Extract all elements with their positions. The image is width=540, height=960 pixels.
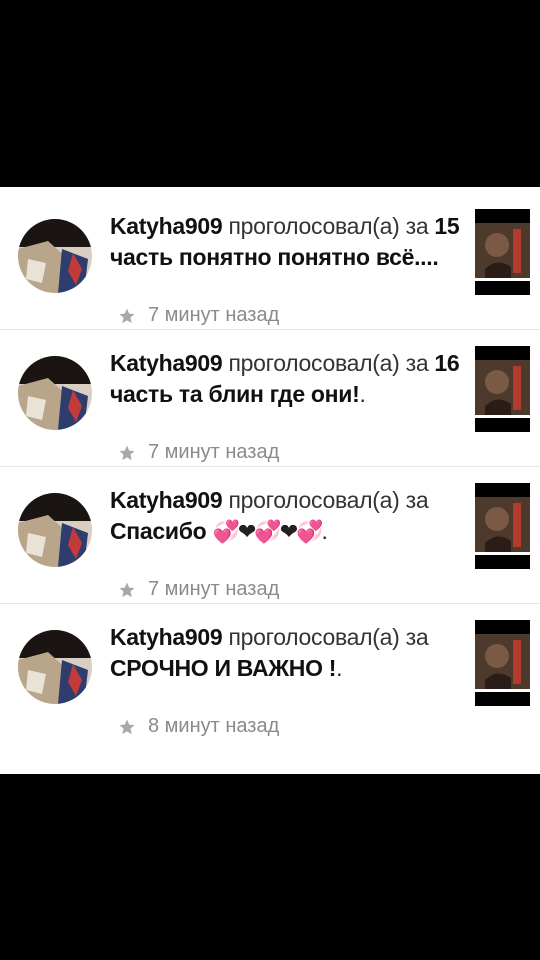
activity-text: Katyha909 проголосовал(а) за 15 часть по… — [110, 211, 462, 273]
activity-item[interactable]: Katyha909 проголосовал(а) за СРОЧНО И ВА… — [0, 604, 540, 740]
user-avatar[interactable] — [18, 630, 92, 704]
story-suffix: . — [321, 518, 328, 544]
story-cover-thumbnail[interactable] — [475, 483, 530, 569]
user-avatar[interactable] — [18, 356, 92, 430]
activity-text: Katyha909 проголосовал(а) за 16 часть та… — [110, 348, 462, 410]
activity-item[interactable]: Katyha909 проголосовал(а) за 16 часть та… — [0, 330, 540, 467]
username-link[interactable]: Katyha909 — [110, 213, 223, 239]
timestamp: 7 минут назад — [148, 578, 280, 600]
story-cover-thumbnail[interactable] — [475, 620, 530, 706]
activity-text: Katyha909 проголосовал(а) за Спасибо 💞❤💞… — [110, 485, 462, 547]
activity-item[interactable]: Katyha909 проголосовал(а) за 15 часть по… — [0, 193, 540, 330]
username-link[interactable]: Katyha909 — [110, 624, 223, 650]
screen: Katyha909 проголосовал(а) за 15 часть по… — [0, 0, 540, 960]
action-verb: проголосовал(а) — [228, 213, 400, 239]
action-prep: за — [405, 350, 429, 376]
star-icon — [119, 308, 135, 323]
action-prep: за — [405, 213, 429, 239]
action-prep: за — [405, 624, 429, 650]
activity-item[interactable]: Katyha909 проголосовал(а) за Спасибо 💞❤💞… — [0, 467, 540, 604]
user-avatar[interactable] — [18, 219, 92, 293]
timestamp: 8 минут назад — [148, 715, 280, 737]
star-icon — [119, 445, 135, 460]
story-suffix: . — [359, 381, 366, 407]
story-part-link[interactable]: СРОЧНО И ВАЖНО ! — [110, 655, 336, 681]
story-cover-thumbnail[interactable] — [475, 346, 530, 432]
story-part-link[interactable]: Спасибо — [110, 518, 207, 544]
star-icon — [119, 719, 135, 734]
action-prep: за — [405, 487, 429, 513]
activity-list: Katyha909 проголосовал(а) за 15 часть по… — [0, 193, 540, 740]
activity-meta: 7 минут назад — [118, 578, 279, 601]
timestamp: 7 минут назад — [148, 304, 280, 326]
activity-text: Katyha909 проголосовал(а) за СРОЧНО И ВА… — [110, 622, 462, 684]
story-suffix: . — [336, 655, 343, 681]
timestamp: 7 минут назад — [148, 441, 280, 463]
activity-meta: 8 минут назад — [118, 715, 279, 738]
username-link[interactable]: Katyha909 — [110, 487, 223, 513]
action-verb: проголосовал(а) — [228, 487, 400, 513]
star-icon — [119, 582, 135, 597]
username-link[interactable]: Katyha909 — [110, 350, 223, 376]
activity-meta: 7 минут назад — [118, 304, 279, 327]
activity-feed: Katyha909 проголосовал(а) за 15 часть по… — [0, 187, 540, 774]
action-verb: проголосовал(а) — [228, 624, 400, 650]
story-cover-thumbnail[interactable] — [475, 209, 530, 295]
action-verb: проголосовал(а) — [228, 350, 400, 376]
heart-emoji-icon: 💞❤💞❤💞 — [212, 519, 323, 544]
activity-meta: 7 минут назад — [118, 441, 279, 464]
user-avatar[interactable] — [18, 493, 92, 567]
